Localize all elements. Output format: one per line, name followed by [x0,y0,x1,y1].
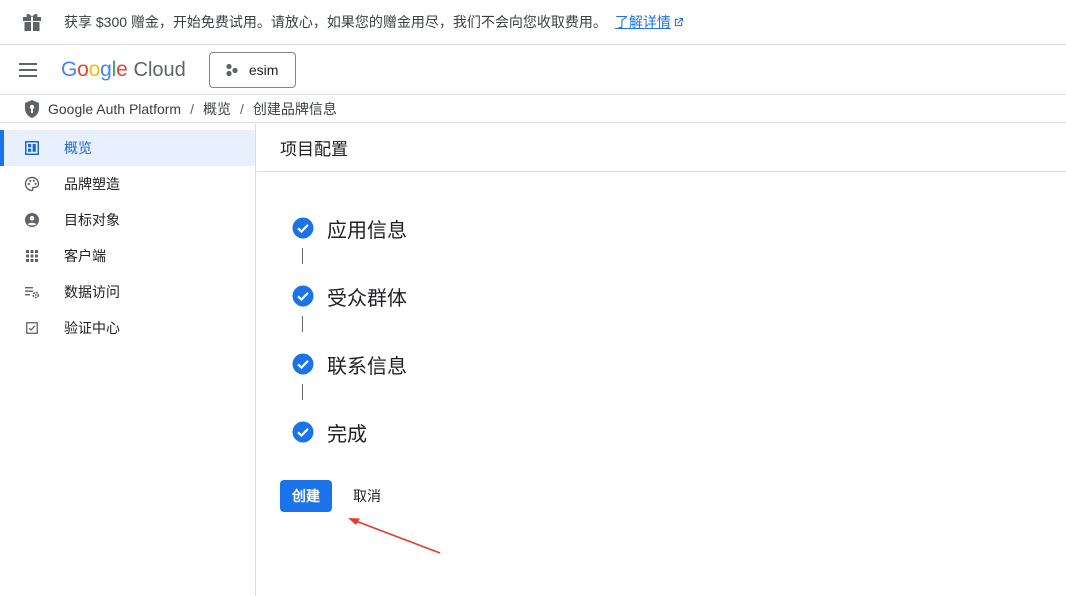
annotation-arrow-icon [348,518,441,554]
top-bar: Google Cloud esim [0,45,1066,95]
apps-grid-icon [24,248,40,264]
google-cloud-logo[interactable]: Google Cloud [61,58,186,82]
gift-icon [22,12,42,32]
stepper: 应用信息 受众群体 联系信息 完成 [292,212,407,448]
sidebar-item-label: 数据访问 [64,284,120,300]
step-contact-info[interactable]: 联系信息 [292,348,407,380]
step-label: 完成 [327,423,367,446]
step-label: 应用信息 [327,219,407,242]
breadcrumb-item-current: 创建品牌信息 [252,100,337,117]
sidebar-item-audience[interactable]: 目标对象 [0,202,255,238]
step-connector [302,248,303,264]
step-app-info[interactable]: 应用信息 [292,212,407,244]
cloud-wordmark: Cloud [133,58,186,81]
project-picker-button[interactable]: esim [208,51,296,88]
cancel-button[interactable]: 取消 [353,486,381,506]
step-finish[interactable]: 完成 [292,416,407,448]
step-label: 联系信息 [327,355,407,378]
palette-icon [24,176,40,192]
dashboard-icon [24,140,40,156]
form-actions: 创建 取消 [280,480,381,512]
step-audience[interactable]: 受众群体 [292,280,407,312]
project-dots-icon [226,63,238,76]
verified-checkbox-icon [24,320,40,336]
create-button[interactable]: 创建 [280,480,332,512]
shield-icon [25,99,39,118]
sidebar-item-data-access[interactable]: 数据访问 [0,274,255,310]
learn-more-link[interactable]: 了解详情 [615,12,684,32]
step-label: 受众群体 [327,287,407,310]
step-connector [302,384,303,400]
sidebar-item-branding[interactable]: 品牌塑造 [0,166,255,202]
project-name: esim [248,61,279,78]
sidebar-item-verification[interactable]: 验证中心 [0,310,255,346]
learn-more-label[interactable]: 了解详情 [615,12,671,32]
sidebar-item-label: 客户端 [64,248,106,264]
sidebar-item-overview[interactable]: 概览 [0,130,255,166]
google-wordmark: Google [61,57,128,81]
promo-banner: 获享 $300 赠金，开始免费试用。请放心，如果您的赠金用尽，我们不会向您收取费… [0,0,1066,45]
open-external-icon [674,17,684,26]
check-circle-icon [292,285,314,307]
sidebar-item-label: 品牌塑造 [64,176,120,192]
sidebar-item-label: 验证中心 [64,320,120,336]
sidebar-item-label: 概览 [64,140,92,156]
check-circle-icon [292,217,314,239]
sidebar-item-clients[interactable]: 客户端 [0,238,255,274]
data-settings-icon [24,284,40,300]
sidebar-item-label: 目标对象 [64,212,120,228]
sidebar: 概览 品牌塑造 目标对象 客户端 数据访问 验证中心 [0,124,256,596]
check-circle-icon [292,421,314,443]
breadcrumb-item-platform[interactable]: Google Auth Platform [48,101,181,117]
hamburger-menu-icon[interactable] [16,58,40,82]
step-connector [302,316,303,332]
breadcrumb-separator: / [239,100,244,117]
check-circle-icon [292,353,314,375]
account-circle-icon [24,212,40,228]
breadcrumb-separator: / [190,100,194,117]
page-title: 项目配置 [257,124,1066,172]
breadcrumb-item-overview[interactable]: 概览 [203,99,231,119]
breadcrumb: Google Auth Platform / 概览 / 创建品牌信息 [0,95,1066,123]
promo-text: 获享 $300 赠金，开始免费试用。请放心，如果您的赠金用尽，我们不会向您收取费… [64,14,607,30]
